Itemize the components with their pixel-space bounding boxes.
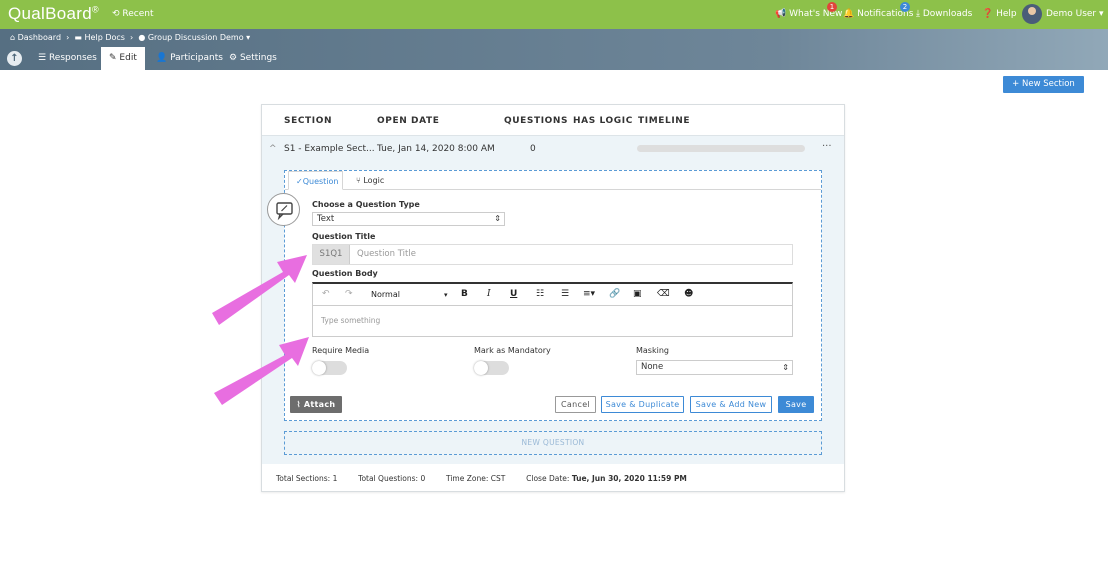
breadcrumb-help-docs[interactable]: Help Docs [85,33,125,42]
tab-participants[interactable]: 👤 Participants [156,47,223,70]
breadcrumb-project[interactable]: Group Discussion Demo [148,33,244,42]
question-comment-icon [267,193,300,226]
branch-icon: ⑂ [356,176,361,185]
question-type-label: Choose a Question Type [312,200,420,209]
header-has-logic: HAS LOGIC [573,116,633,126]
sub-bar: ⌂ Dashboard › ▬ Help Docs › ● Group Disc… [0,29,1108,70]
masking-select[interactable]: None ⇕ [636,360,793,375]
italic-icon[interactable]: I [487,289,491,299]
tab-logic[interactable]: ⑂ Logic [356,171,384,190]
total-sections-value: 1 [332,474,338,483]
gear-icon: ⚙ [229,53,238,63]
emoji-icon[interactable]: ☻ [684,289,693,299]
ordered-list-icon[interactable]: ☷ [536,289,544,299]
whats-new-link[interactable]: 📢 What's New 1 [775,2,842,19]
collapse-chevron-icon[interactable]: ^ [269,144,277,154]
breadcrumb: ⌂ Dashboard › ▬ Help Docs › ● Group Disc… [10,33,250,42]
bold-icon[interactable]: B [461,289,468,299]
question-title-field[interactable]: S1Q1 Question Title [312,244,793,265]
redo-icon[interactable]: ↷ [345,289,353,299]
up-arrow-icon[interactable]: ↑ [7,51,22,66]
caret-down-icon: ▾ [246,33,251,42]
editor-tabs: ✓Question ⑂ Logic [285,171,821,190]
help-link[interactable]: ❓ Help [982,9,1017,19]
editor-toolbar: ↶ ↷ Normal ▾ B I U ☷ ☰ ≡▾ 🔗 ▣ ⌫ ☻ [313,284,792,306]
section-name[interactable]: S1 - Example Sect... [284,144,375,154]
whats-new-badge: 1 [827,2,837,12]
sort-arrows-icon: ⇕ [782,363,789,372]
caret-down-icon: ▾ [1099,9,1104,19]
save-add-new-button[interactable]: Save & Add New [690,396,772,413]
downloads-link[interactable]: ⤓ Downloads [916,9,972,19]
history-icon: ⟲ [112,9,120,19]
chevron-right-icon: › [127,33,136,42]
new-section-button[interactable]: + New Section [1003,76,1084,93]
recent-link[interactable]: ⟲ Recent [112,9,154,19]
cancel-button[interactable]: Cancel [555,396,596,413]
mark-mandatory-toggle[interactable] [474,361,509,375]
new-question-button[interactable]: NEW QUESTION [284,431,822,455]
section-row: ^ S1 - Example Sect... Tue, Jan 14, 2020… [262,135,844,464]
top-bar: QualBoard® ⟲ Recent 📢 What's New 1 🔔 Not… [0,0,1108,29]
user-menu[interactable]: Demo User ▾ [1046,9,1104,19]
question-editor: ✓Question ⑂ Logic Choose a Question Type… [284,170,822,421]
question-circle-icon: ❓ [982,9,994,19]
question-title-input[interactable]: Question Title [357,245,416,264]
timezone-value: CST [490,474,506,483]
header-section: SECTION [284,116,333,126]
mark-mandatory-label: Mark as Mandatory [474,346,551,355]
close-date-value: Tue, Jun 30, 2020 11:59 PM [571,474,687,483]
question-body-input[interactable]: Type something [321,316,380,325]
download-icon: ⤓ [916,9,920,19]
megaphone-icon: 📢 [775,9,787,19]
total-questions-value: 0 [420,474,426,483]
question-title-label: Question Title [312,232,376,241]
link-icon[interactable]: 🔗 [609,289,620,299]
notifications-link[interactable]: 🔔 Notifications 2 [843,2,913,19]
masking-label: Masking [636,346,669,355]
section-timeline-bar [637,145,805,152]
check-icon: ✓ [296,177,303,186]
app-logo[interactable]: QualBoard® [8,4,99,24]
eraser-icon[interactable]: ⌫ [657,289,670,299]
underline-icon[interactable]: U [510,289,517,299]
format-select[interactable]: Normal [371,290,400,299]
align-icon[interactable]: ≡▾ [583,289,595,299]
summary-footer: Total Sections: 1 Total Questions: 0 Tim… [276,474,687,483]
question-body-editor: ↶ ↷ Normal ▾ B I U ☷ ☰ ≡▾ 🔗 ▣ ⌫ ☻ Type s… [312,282,793,337]
list-icon: ☰ [38,53,47,63]
header-timeline: TIMELINE [638,116,691,126]
sort-arrows-icon: ⇕ [494,214,501,223]
save-button[interactable]: Save [778,396,814,413]
tab-settings[interactable]: ⚙ Settings [229,47,277,70]
comments-icon: ● [138,33,146,42]
sections-panel: SECTION OPEN DATE QUESTIONS HAS LOGIC TI… [261,104,845,492]
section-question-count: 0 [530,144,536,154]
tab-question[interactable]: ✓Question [288,171,343,190]
breadcrumb-dashboard[interactable]: Dashboard [18,33,61,42]
avatar[interactable] [1022,4,1042,24]
bullet-list-icon[interactable]: ☰ [561,289,569,299]
user-icon: 👤 [156,53,168,63]
home-icon: ⌂ [10,33,16,42]
edit-icon: ✎ [109,53,117,63]
section-open-date: Tue, Jan 14, 2020 8:00 AM [377,144,495,154]
image-icon[interactable]: ▣ [633,289,642,299]
more-icon[interactable]: ··· [822,141,832,152]
header-questions: QUESTIONS [504,116,569,126]
save-duplicate-button[interactable]: Save & Duplicate [601,396,684,413]
bell-icon: 🔔 [843,9,855,19]
chevron-right-icon: › [63,33,72,42]
tab-edit[interactable]: ✎ Edit [101,47,145,70]
caret-down-icon: ▾ [444,291,448,299]
annotation-arrow-icon [212,255,309,405]
header-open-date: OPEN DATE [377,116,440,126]
question-type-select[interactable]: Text ⇕ [312,212,505,226]
notifications-badge: 2 [900,2,910,12]
folder-icon: ▬ [74,33,82,42]
tab-responses[interactable]: ☰ Responses [38,47,97,70]
